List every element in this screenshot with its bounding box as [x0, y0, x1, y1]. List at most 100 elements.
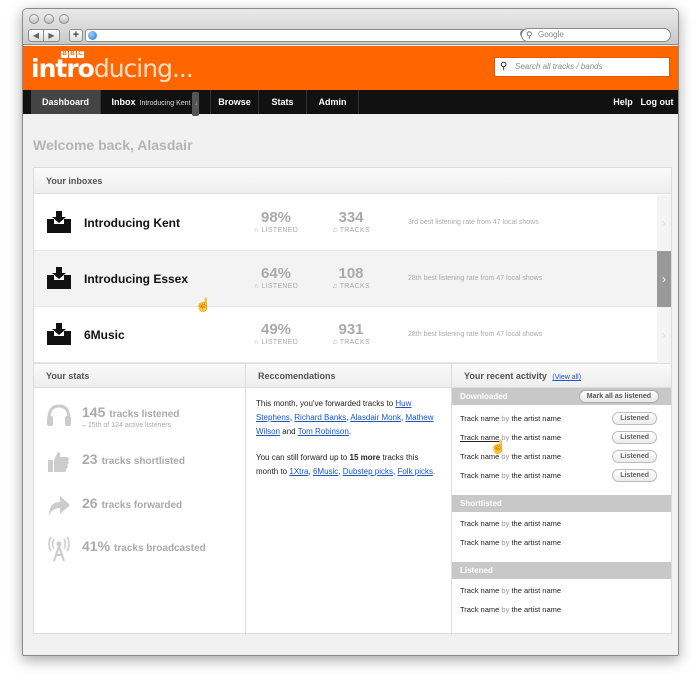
station-link[interactable]: Folk picks [397, 467, 433, 476]
introducing-logo[interactable]: introducing... [31, 54, 194, 83]
inbox-row[interactable]: Introducing Kent 98% ∩ LISTENED 334 ♫ TR… [34, 195, 671, 251]
stat-forwarded: 26 tracks forwarded [46, 493, 246, 523]
stat-shortlisted: 23 tracks shortlisted [46, 449, 246, 479]
inbox-tray-icon [47, 211, 71, 233]
dashboard-panel: Your inboxes Introducing Kent 98% ∩ LIST… [33, 167, 672, 635]
nav-dashboard[interactable]: Dashboard [31, 90, 101, 114]
browser-search-field[interactable]: ⚲ Google [521, 28, 671, 42]
track-link[interactable]: Track name [460, 538, 499, 547]
main-nav: Dashboard Inbox Introducing Kent ↓ Browse … [23, 90, 678, 116]
station-link[interactable]: 1Xtra [289, 467, 308, 476]
inbox-dropdown-icon[interactable]: ↓ [192, 92, 200, 116]
artist-link[interactable]: the artist name [511, 452, 561, 461]
nav-logout[interactable]: Log out [639, 90, 675, 114]
zoom-window-button[interactable] [59, 14, 69, 24]
back-button[interactable]: ◀ [28, 29, 44, 42]
track-link[interactable]: Track name [460, 414, 499, 423]
close-window-button[interactable] [29, 14, 39, 24]
inbox-row[interactable]: Introducing Essex 64% ∩ LISTENED 108 ♫ T… [34, 251, 671, 307]
listened-button[interactable]: Listened [612, 431, 657, 444]
artist-link[interactable]: the artist name [511, 414, 561, 423]
chevron-right-icon[interactable]: › [657, 251, 671, 307]
chevron-right-icon[interactable]: › [657, 195, 671, 251]
inbox-tray-icon [47, 323, 71, 345]
headphones-icon [47, 404, 71, 426]
stats-column: Your stats 145 tracks listened – 15th of … [34, 364, 246, 635]
activity-track: Track name by the artist name [460, 605, 562, 614]
window-controls [29, 14, 69, 24]
browser-search-placeholder: Google [538, 30, 564, 39]
view-all-link[interactable]: (View all) [552, 374, 581, 381]
recommendations-text: This month, you've forwarded tracks to H… [256, 399, 436, 476]
minimize-window-button[interactable] [44, 14, 54, 24]
artist-link[interactable]: the artist name [511, 605, 561, 614]
forward-arrow-icon [49, 496, 70, 516]
add-bookmark-button[interactable]: + [69, 29, 83, 42]
listened-percent: 64% [260, 265, 292, 282]
browser-window: ◀ ▶ + C ⚲ Google B B C introducing... ⚲ … [22, 8, 679, 656]
activity-heading: Your recent activity (View all) [452, 364, 671, 388]
artist-link[interactable]: the artist name [511, 538, 561, 547]
activity-track: Track name by the artist name [460, 538, 562, 547]
track-link[interactable]: Track name [460, 471, 499, 480]
inbox-tray-icon [47, 267, 71, 289]
station-link[interactable]: Dubstep picks [343, 467, 393, 476]
welcome-heading: Welcome back, Alasdair [33, 137, 193, 153]
downloaded-group-header: Downloaded Mark all as listened [452, 388, 671, 405]
address-bar[interactable]: C [85, 29, 531, 42]
thumbs-up-icon [48, 452, 69, 472]
history-buttons: ◀ ▶ [28, 29, 60, 42]
stat-broadcasted: 41% tracks broadcasted [46, 536, 246, 566]
activity-track: Track name by the artist name [460, 586, 562, 595]
activity-track: Track name by the artist name Listened [452, 466, 671, 485]
listened-percent: 98% [260, 209, 292, 226]
tracks-label: ♫ TRACKS [332, 283, 370, 290]
person-link[interactable]: Tom Robinson [298, 427, 349, 436]
track-link[interactable]: Track name [460, 605, 499, 614]
artist-link[interactable]: the artist name [511, 586, 561, 595]
nav-stats[interactable]: Stats [259, 90, 307, 114]
nav-browse[interactable]: Browse [211, 90, 259, 114]
artist-link[interactable]: the artist name [511, 519, 561, 528]
recommendations-column: Reccomendations This month, you've forwa… [246, 364, 452, 635]
hand-cursor-icon: ☝ [490, 439, 507, 454]
nav-help[interactable]: Help [609, 90, 637, 114]
inbox-row[interactable]: 6Music 49% ∩ LISTENED 931 ♫ TRACKS 28th … [34, 307, 671, 363]
tracks-count: 931 [338, 321, 364, 338]
broadcast-tower-icon [48, 536, 70, 562]
site-search-placeholder: Search all tracks / bands [515, 62, 603, 71]
listened-percent: 49% [260, 321, 292, 338]
activity-track: Track name by the artist name Listened [452, 428, 671, 447]
globe-icon [88, 31, 97, 40]
listened-button[interactable]: Listened [612, 412, 657, 425]
site-header: B B C introducing... ⚲ Search all tracks… [23, 46, 678, 90]
search-icon: ⚲ [500, 61, 508, 72]
tracks-count: 108 [338, 265, 364, 282]
listened-button[interactable]: Listened [612, 469, 657, 482]
site-search-input[interactable]: ⚲ Search all tracks / bands [494, 57, 670, 77]
mark-all-listened-button[interactable]: Mark all as listened [578, 390, 659, 403]
activity-track: Track name by the artist name Listened [452, 447, 671, 466]
station-link[interactable]: 6Music [313, 467, 338, 476]
chevron-right-icon[interactable]: › [657, 307, 671, 363]
music-note-icon: ♫ [332, 339, 340, 346]
person-link[interactable]: Alasdair Monk [350, 413, 401, 422]
nav-admin[interactable]: Admin [307, 90, 359, 114]
music-note-icon: ♫ [332, 283, 340, 290]
artist-link[interactable]: the artist name [511, 471, 561, 480]
recommendations-heading: Reccomendations [246, 364, 451, 388]
forward-button[interactable]: ▶ [44, 29, 60, 42]
track-link[interactable]: Track name [460, 519, 499, 528]
person-link[interactable]: Richard Banks [294, 413, 346, 422]
listened-label: ∩ LISTENED [253, 283, 299, 290]
tracks-label: ♫ TRACKS [332, 339, 370, 346]
listening-rank: 3rd best listening rate from 47 local sh… [408, 219, 539, 226]
listened-button[interactable]: Listened [612, 450, 657, 463]
nav-inbox[interactable]: Inbox Introducing Kent ↓ [101, 90, 211, 116]
inbox-name: 6Music [84, 328, 125, 342]
listening-rank: 28th best listening rate from 47 local s… [408, 275, 543, 282]
artist-link[interactable]: the artist name [511, 433, 561, 442]
track-link[interactable]: Track name [460, 586, 499, 595]
listened-label: ∩ LISTENED [253, 339, 299, 346]
inbox-name: Introducing Essex [84, 272, 189, 286]
